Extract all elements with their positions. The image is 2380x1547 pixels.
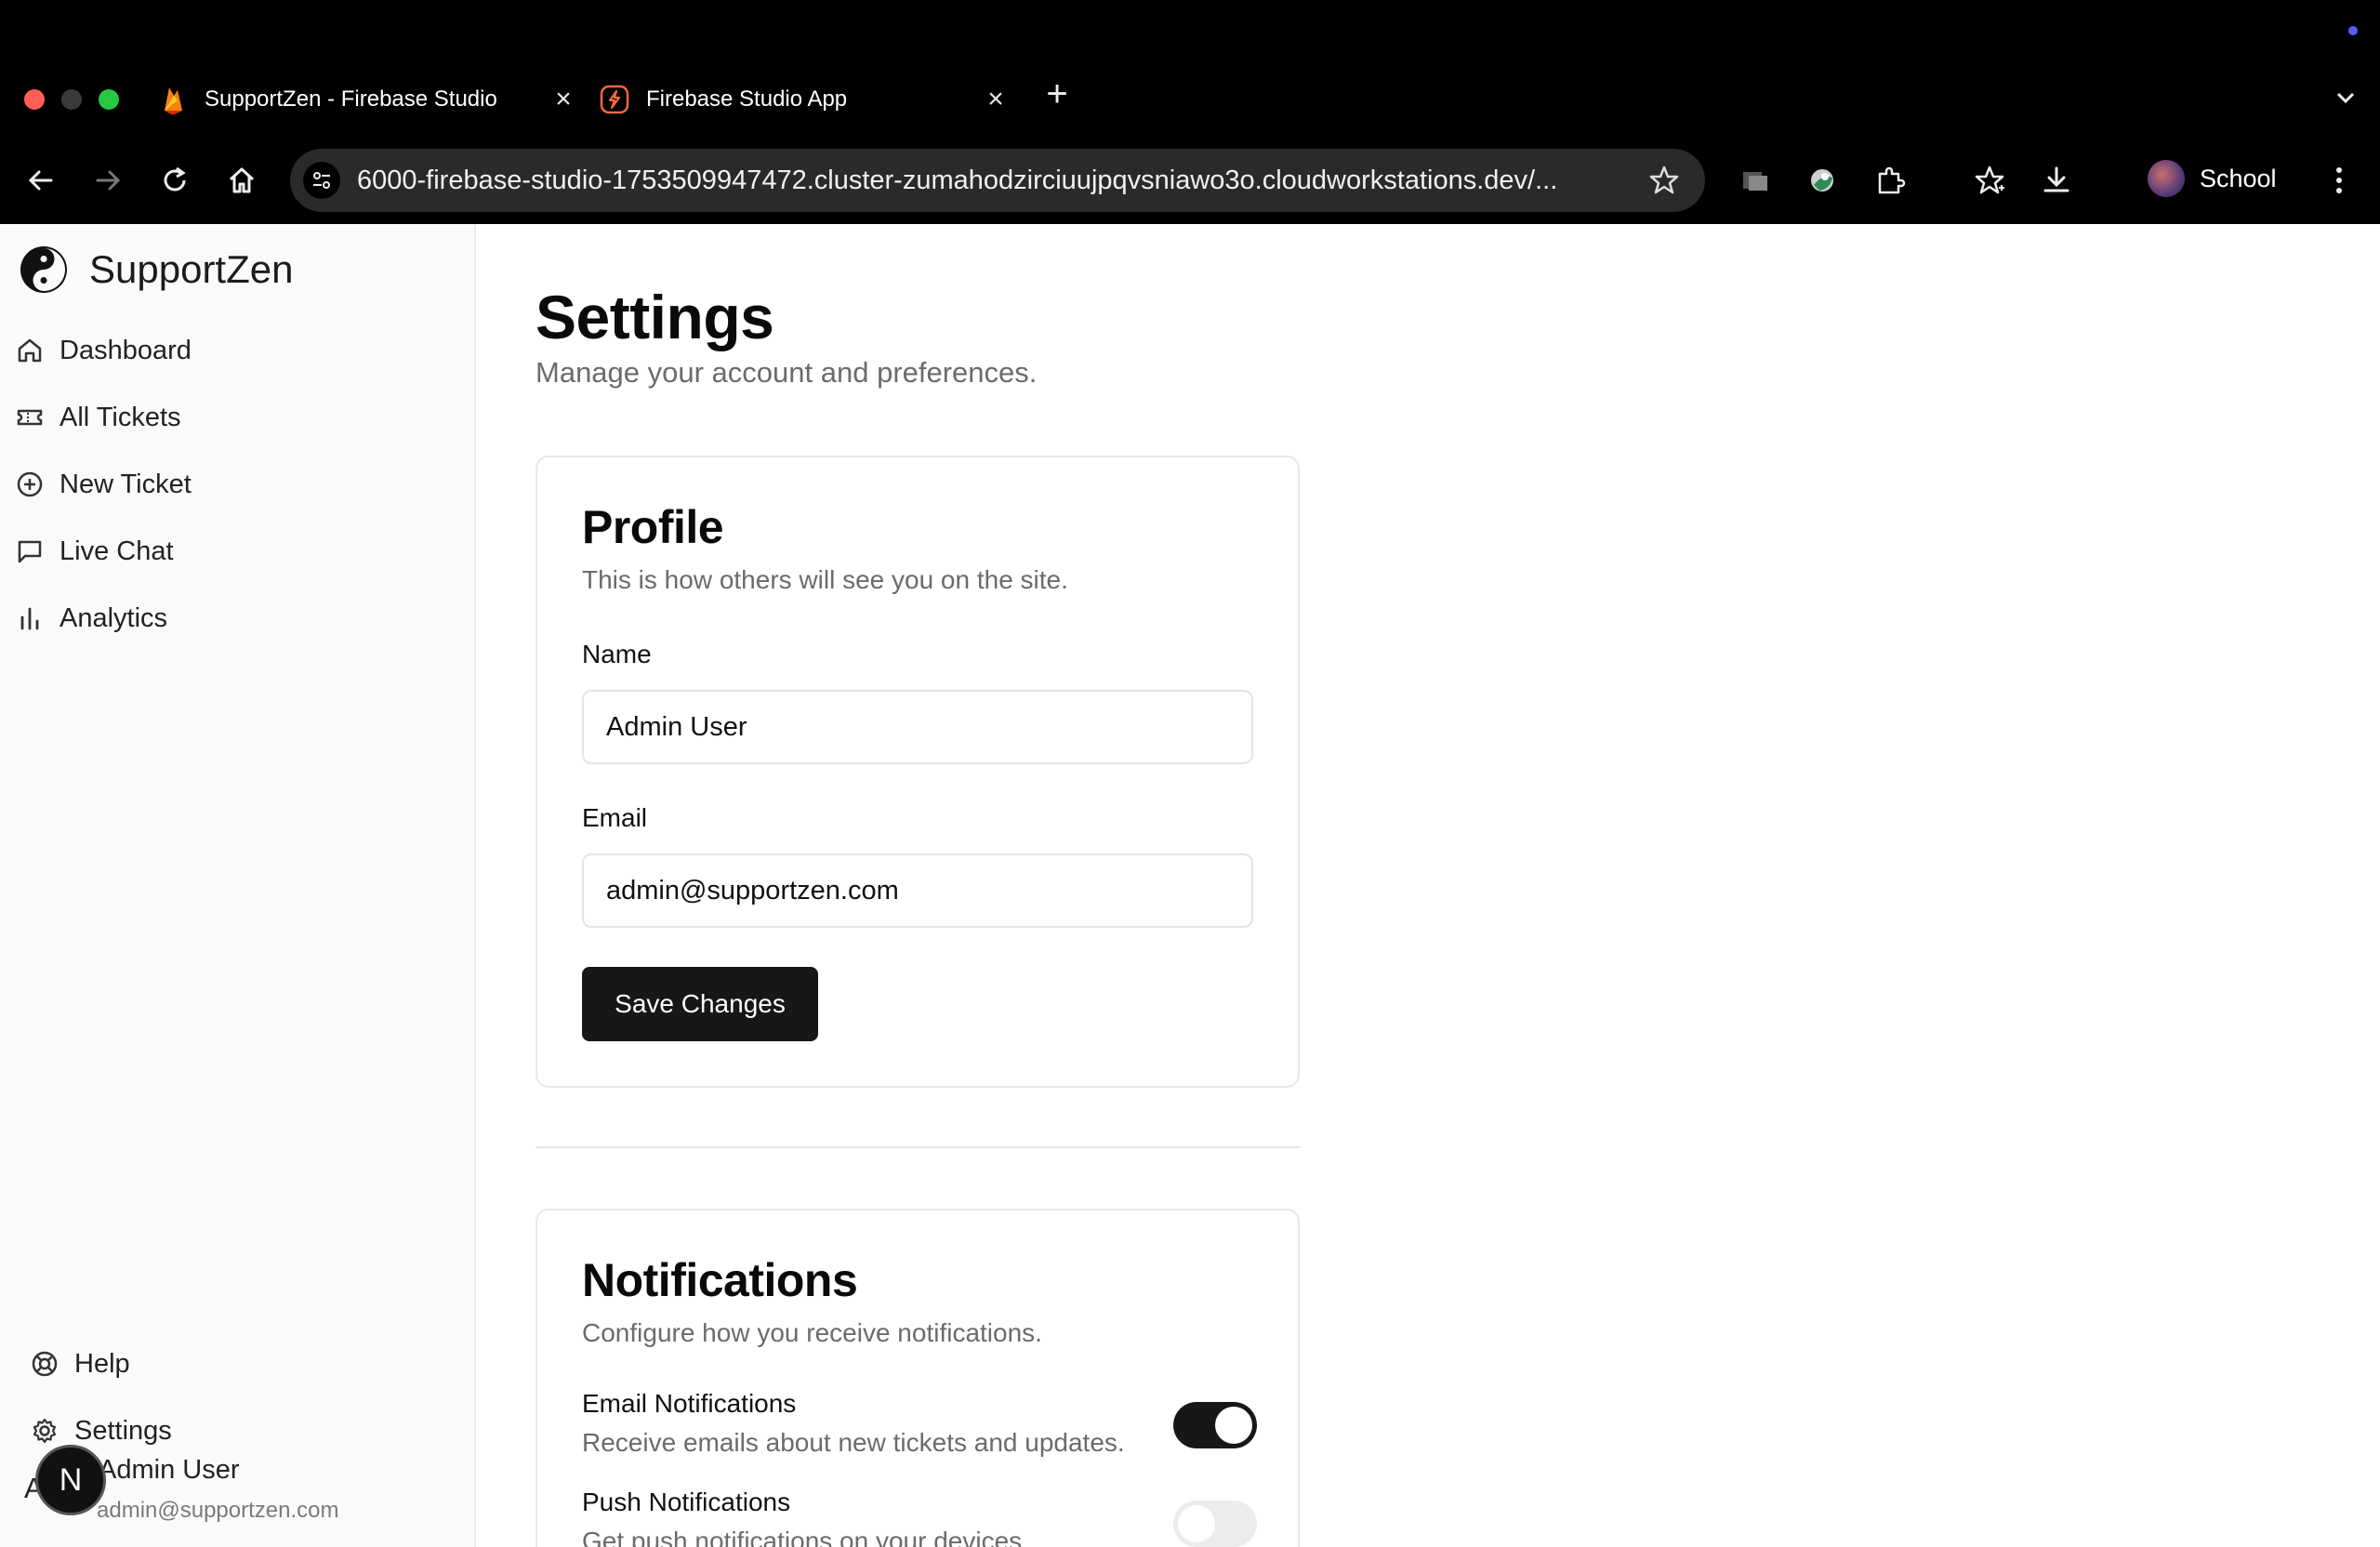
sidebar-item-analytics[interactable]: Analytics (15, 585, 461, 652)
sidebar-item-dashboard[interactable]: Dashboard (15, 317, 461, 384)
bar-chart-icon (15, 603, 45, 633)
url-text[interactable]: 6000-firebase-studio-1753509947472.clust… (357, 165, 1640, 196)
tab-close-icon[interactable]: × (550, 84, 576, 114)
home-icon (15, 336, 45, 365)
reload-icon[interactable] (156, 162, 193, 199)
sidebar-item-label: Settings (74, 1415, 172, 1446)
brand-name: SupportZen (89, 247, 294, 291)
chevron-down-icon[interactable] (2334, 86, 2358, 110)
sidebar-item-help[interactable]: Help (30, 1330, 457, 1397)
user-email: admin@supportzen.com (97, 1498, 339, 1523)
profile-button[interactable]: School (2148, 160, 2277, 197)
tab-title: SupportZen - Firebase Studio (205, 86, 497, 112)
window-minimize-button[interactable] (61, 89, 82, 110)
devtools-badge[interactable]: N (35, 1445, 106, 1515)
new-tab-button[interactable]: + (1041, 75, 1073, 112)
main-content: Settings Manage your account and prefere… (478, 224, 2380, 1547)
email-notifications-toggle[interactable] (1173, 1402, 1257, 1448)
plus-circle-icon (15, 469, 45, 499)
window-close-button[interactable] (24, 89, 45, 110)
sidebar-item-label: New Ticket (60, 469, 192, 499)
forward-icon[interactable] (89, 162, 126, 199)
reading-list-star-icon[interactable] (1971, 162, 2008, 199)
card-title: Profile (582, 501, 724, 553)
profile-card: Profile This is how others will see you … (536, 456, 1300, 1088)
home-icon[interactable] (223, 162, 260, 199)
sidebar-item-new-ticket[interactable]: New Ticket (15, 451, 461, 518)
download-icon[interactable] (2038, 162, 2075, 199)
lifebuoy-icon (30, 1349, 60, 1379)
save-button[interactable]: Save Changes (582, 967, 818, 1041)
user-name: Admin User (99, 1455, 240, 1485)
notification-label: Email Notifications (582, 1389, 797, 1418)
back-icon[interactable] (22, 162, 60, 199)
site-settings-icon[interactable] (303, 162, 340, 199)
notification-row-email: Email Notifications Receive emails about… (582, 1389, 1257, 1458)
notifications-card: Notifications Configure how you receive … (536, 1209, 1300, 1547)
address-bar[interactable]: 6000-firebase-studio-1753509947472.clust… (290, 149, 1705, 212)
brand[interactable]: SupportZen (19, 245, 293, 295)
sidebar-item-all-tickets[interactable]: All Tickets (15, 384, 461, 451)
chat-icon (15, 536, 45, 566)
sidebar-item-label: Dashboard (60, 335, 192, 365)
gear-icon (30, 1416, 60, 1446)
browser-chrome: SupportZen - Firebase Studio × Firebase … (0, 0, 2380, 224)
supportzen-logo-icon (19, 245, 69, 295)
firebase-icon (158, 85, 188, 114)
firebase-studio-icon (600, 85, 629, 114)
email-field[interactable] (582, 853, 1253, 928)
status-dot (2348, 26, 2358, 35)
sidebar-item-label: Analytics (60, 602, 168, 633)
sidebar-nav: Dashboard All Tickets New Ticket Live Ch… (15, 317, 461, 652)
browser-tab[interactable]: SupportZen - Firebase Studio × (158, 71, 576, 128)
bookmark-star-icon[interactable] (1647, 164, 1681, 197)
tab-close-icon[interactable]: × (983, 84, 1009, 114)
sidebar-item-label: All Tickets (60, 402, 181, 432)
profile-name: School (2200, 164, 2277, 192)
browser-tab-active[interactable]: Firebase Studio App × (600, 71, 1009, 128)
sidebar-item-label: Help (74, 1348, 130, 1379)
profile-avatar-icon (2148, 160, 2185, 197)
notification-label: Push Notifications (582, 1488, 791, 1516)
section-divider (536, 1146, 1300, 1148)
notification-row-push: Push Notifications Get push notification… (582, 1488, 1257, 1547)
page-subtitle: Manage your account and preferences. (536, 356, 1038, 389)
sidebar-item-live-chat[interactable]: Live Chat (15, 518, 461, 585)
extension-orb-icon[interactable] (1804, 162, 1841, 199)
notification-description: Receive emails about new tickets and upd… (582, 1428, 1125, 1457)
notification-description: Get push notifications on your devices. (582, 1527, 1029, 1547)
tab-title: Firebase Studio App (646, 86, 848, 112)
sidebar: SupportZen Dashboard All Tickets New Tic… (0, 224, 476, 1547)
toggle-knob (1178, 1505, 1215, 1542)
name-label: Name (582, 640, 652, 668)
card-title: Notifications (582, 1254, 858, 1306)
sidebar-item-label: Live Chat (60, 536, 174, 566)
ticket-icon (15, 403, 45, 432)
browser-menu-icon[interactable] (2320, 162, 2358, 199)
extension-icon[interactable] (1737, 162, 1774, 199)
push-notifications-toggle[interactable] (1173, 1501, 1257, 1547)
toggle-knob (1215, 1407, 1252, 1444)
card-description: This is how others will see you on the s… (582, 565, 1068, 594)
extensions-puzzle-icon[interactable] (1871, 162, 1909, 199)
window-maximize-button[interactable] (99, 89, 119, 110)
page-title: Settings (536, 283, 774, 351)
name-field[interactable] (582, 690, 1253, 764)
card-description: Configure how you receive notifications. (582, 1318, 1042, 1347)
email-label: Email (582, 803, 648, 832)
